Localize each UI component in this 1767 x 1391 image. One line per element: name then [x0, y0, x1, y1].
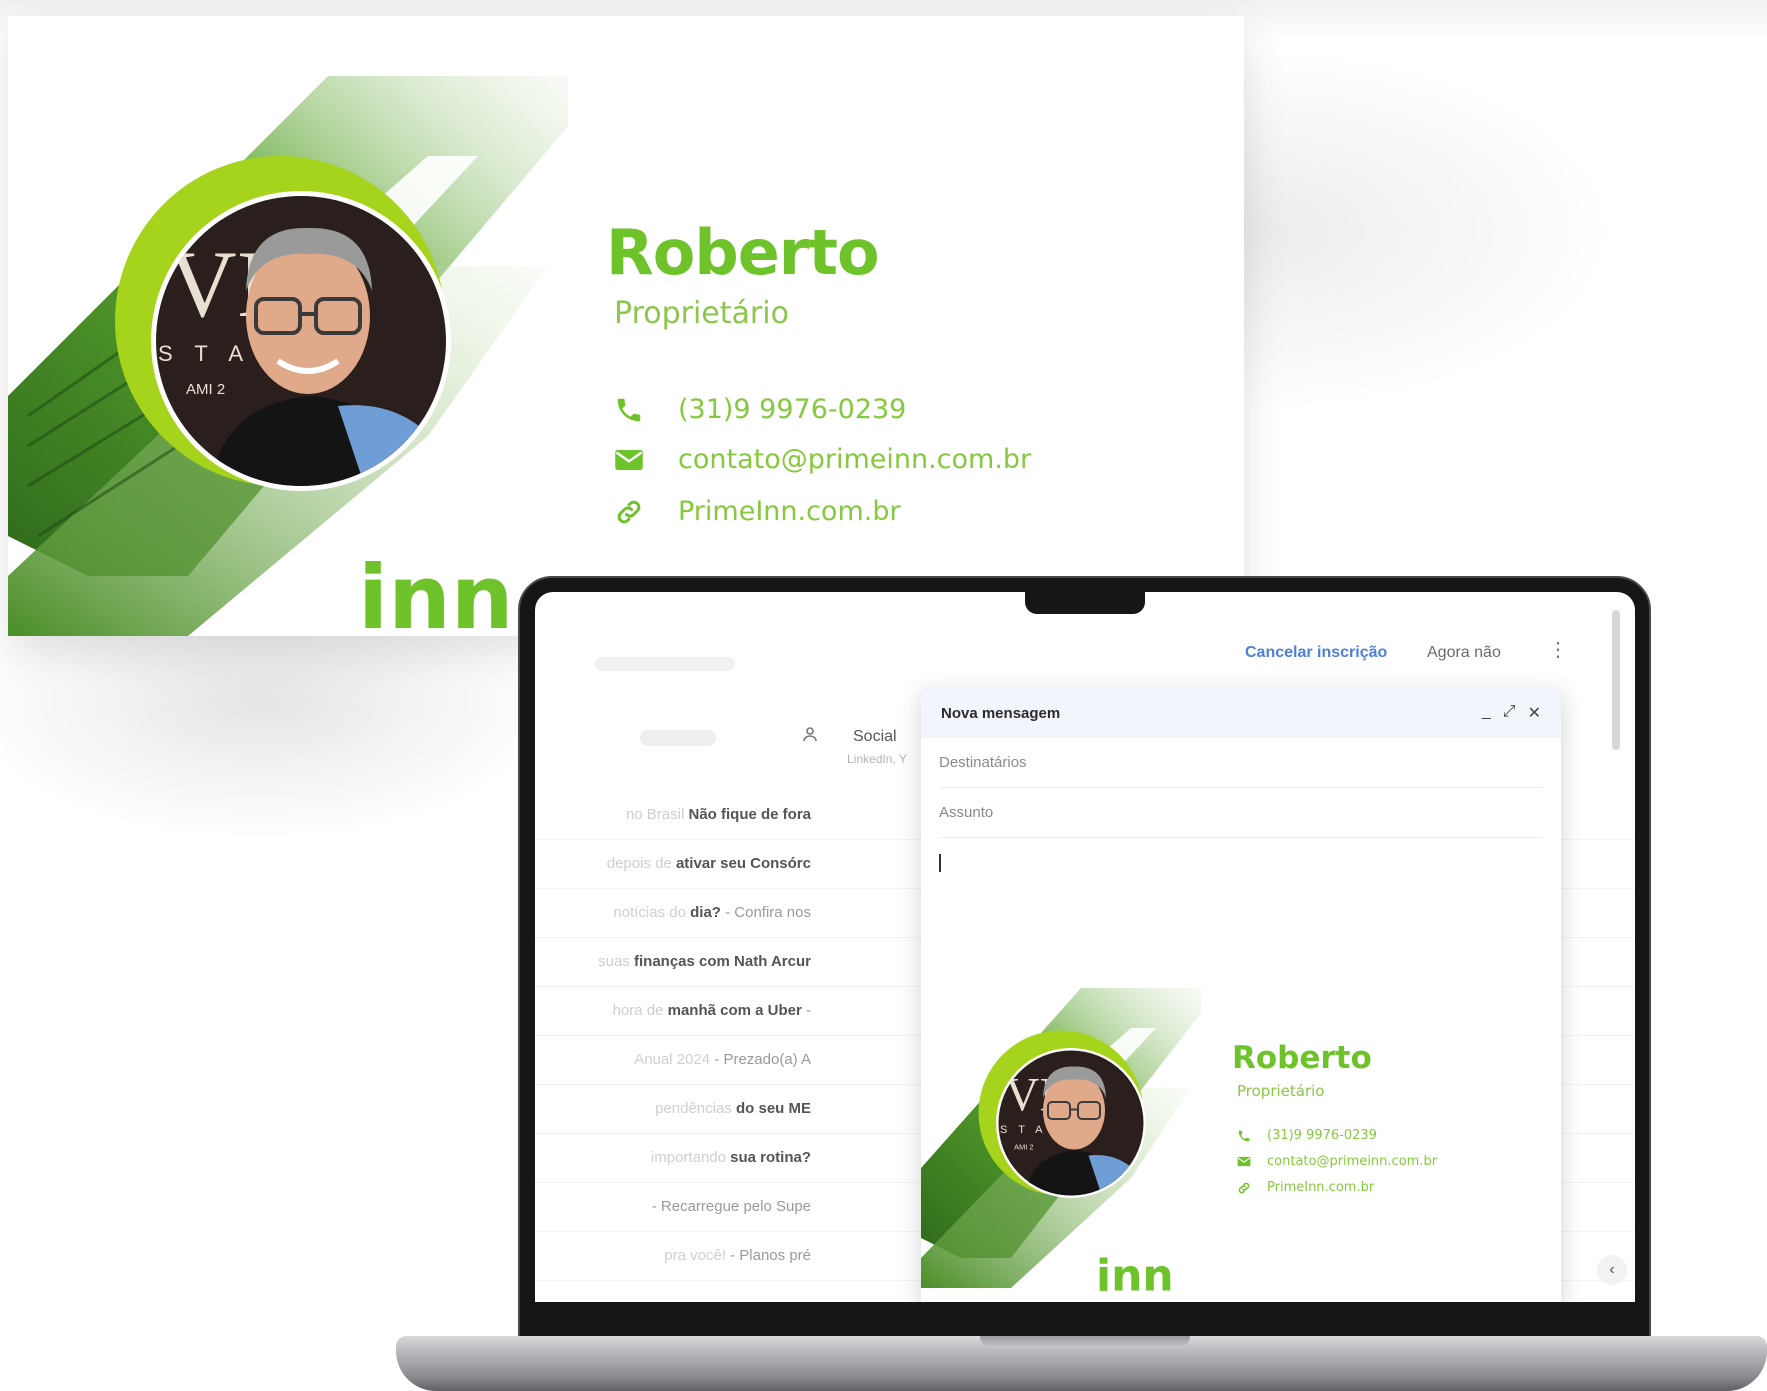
email-snippet-faded: notícias do: [613, 904, 686, 921]
recipients-row: [939, 738, 1543, 788]
email-snippet-preview: - Confira nos: [725, 904, 811, 921]
signature-email[interactable]: contato@primeinn.com.br: [678, 444, 1031, 475]
subject-input[interactable]: [939, 804, 1543, 821]
email-snippet: suas finanças com Nath Arcur: [598, 953, 811, 970]
email-snippet: Anual 2024 - Prezado(a) A: [634, 1051, 811, 1068]
close-icon[interactable]: ✕: [1528, 703, 1541, 723]
email-snippet-preview: -: [806, 1002, 811, 1019]
gmail-faint-pill: [640, 730, 716, 746]
minimize-icon[interactable]: _: [1482, 703, 1491, 723]
social-icon: [803, 726, 823, 747]
signature-role: Proprietário: [614, 296, 789, 331]
email-snippet-subject: do seu ME: [735, 1100, 811, 1117]
email-snippet-preview: - Prezado(a) A: [714, 1051, 811, 1068]
svg-text:AMI 2: AMI 2: [186, 381, 225, 398]
email-snippet: depois de ativar seu Consórc: [607, 855, 811, 872]
not-now-button[interactable]: Agora não: [1427, 644, 1501, 662]
compose-header: Nova mensagem _ ⤢ ✕: [921, 688, 1561, 738]
email-snippet-faded: pendências: [655, 1100, 732, 1117]
email-snippet-preview: - Recarregue pelo Supe: [651, 1198, 811, 1215]
logo-inn-small: inn: [1096, 1251, 1174, 1302]
unsubscribe-button[interactable]: Cancelar inscrição: [1245, 644, 1387, 662]
collapse-icon[interactable]: ‹: [1597, 1255, 1627, 1285]
email-snippet-subject: manhã com a Uber: [667, 1002, 802, 1019]
email-snippet-faded: importando: [650, 1149, 726, 1166]
phone-icon: [1237, 1129, 1255, 1143]
recipients-input[interactable]: [939, 754, 1543, 771]
signature-artwork-small: VI S T A AMI 2 inn: [921, 988, 1201, 1302]
signature-phone-row-small: (31)9 9976-0239: [1237, 1128, 1377, 1143]
camera-notch: [1025, 592, 1145, 614]
signature-email-row-small: contato@primeinn.com.br: [1237, 1154, 1437, 1169]
email-snippet: no Brasil Não fique de fora: [626, 806, 811, 823]
mail-icon: [1237, 1156, 1255, 1167]
tab-social[interactable]: Social: [803, 726, 897, 747]
email-snippet-preview: - Planos pré: [730, 1247, 811, 1264]
email-snippet-faded: hora de: [612, 1002, 664, 1019]
gmail-faint-header: [595, 657, 735, 671]
email-snippet: hora de manhã com a Uber -: [613, 1002, 811, 1019]
signature-website-row: PrimeInn.com.br: [614, 496, 901, 527]
email-snippet-faded: suas: [598, 953, 630, 970]
svg-text:S T A: S T A: [1000, 1124, 1047, 1136]
email-snippet-faded: pra você!: [664, 1247, 726, 1264]
signature-email-row: contato@primeinn.com.br: [614, 444, 1031, 475]
logo-inn: inn: [358, 546, 513, 636]
email-snippet-subject: dia?: [690, 904, 721, 921]
signature-name: Roberto: [606, 216, 880, 289]
email-snippet-subject: ativar seu Consórc: [675, 855, 811, 872]
signature-website-row-small: PrimeInn.com.br: [1237, 1180, 1374, 1195]
svg-text:S T A: S T A: [158, 341, 251, 366]
email-snippet-faded: Anual 2024: [634, 1051, 711, 1068]
email-snippet-subject: Não fique de fora: [688, 806, 811, 823]
social-tab-subtitle: LinkedIn, Y: [847, 752, 907, 766]
laptop-screen: Cancelar inscrição Agora não ⋮ Social Li…: [535, 592, 1635, 1302]
phone-icon: [614, 395, 650, 425]
signature-website-small[interactable]: PrimeInn.com.br: [1267, 1180, 1374, 1195]
more-icon[interactable]: ⋮: [1548, 640, 1568, 660]
email-snippet: importando sua rotina?: [651, 1149, 811, 1166]
email-snippet-faded: no Brasil: [625, 806, 685, 823]
email-snippet-subject: finanças com Nath Arcur: [634, 953, 811, 970]
svg-text:AMI 2: AMI 2: [1014, 1143, 1034, 1152]
body-text-cursor: [939, 854, 941, 872]
signature-phone-small: (31)9 9976-0239: [1267, 1128, 1377, 1143]
compose-controls: _ ⤢ ✕: [1482, 703, 1541, 723]
signature-website[interactable]: PrimeInn.com.br: [678, 496, 901, 527]
signature-phone-row: (31)9 9976-0239: [614, 394, 906, 425]
email-snippet: notícias do dia? - Confira nos: [613, 904, 811, 921]
email-snippet: pra você! - Planos pré: [664, 1247, 811, 1264]
social-tab-label: Social: [853, 727, 897, 745]
signature-name-small: Roberto: [1232, 1040, 1372, 1076]
email-snippet-faded: depois de: [606, 855, 672, 872]
compose-window: Nova mensagem _ ⤢ ✕ Destinatários Assunt…: [921, 688, 1561, 1302]
signature-phone: (31)9 9976-0239: [678, 394, 907, 425]
email-snippet: pendências do seu ME: [655, 1100, 811, 1117]
mail-icon: [614, 448, 650, 472]
subject-row: [939, 788, 1543, 838]
compose-title: Nova mensagem: [941, 704, 1061, 722]
email-snippet-subject: sua rotina?: [730, 1149, 811, 1166]
signature-email-small[interactable]: contato@primeinn.com.br: [1267, 1154, 1437, 1169]
signature-card-large: VI S T A AMI 2 inn Roberto Proprietário …: [8, 16, 1244, 636]
scrollbar[interactable]: [1612, 610, 1620, 750]
signature-card-small[interactable]: VI S T A AMI 2 inn Roberto Proprietário: [921, 958, 1561, 1302]
link-icon: [614, 497, 650, 527]
laptop-opening-notch: [980, 1336, 1190, 1348]
expand-icon[interactable]: ⤢: [1503, 703, 1516, 723]
signature-artwork: VI S T A AMI 2 inn: [8, 76, 568, 636]
signature-role-small: Proprietário: [1237, 1082, 1325, 1100]
link-icon: [1237, 1181, 1255, 1195]
email-snippet: - Recarregue pelo Supe: [652, 1198, 811, 1215]
